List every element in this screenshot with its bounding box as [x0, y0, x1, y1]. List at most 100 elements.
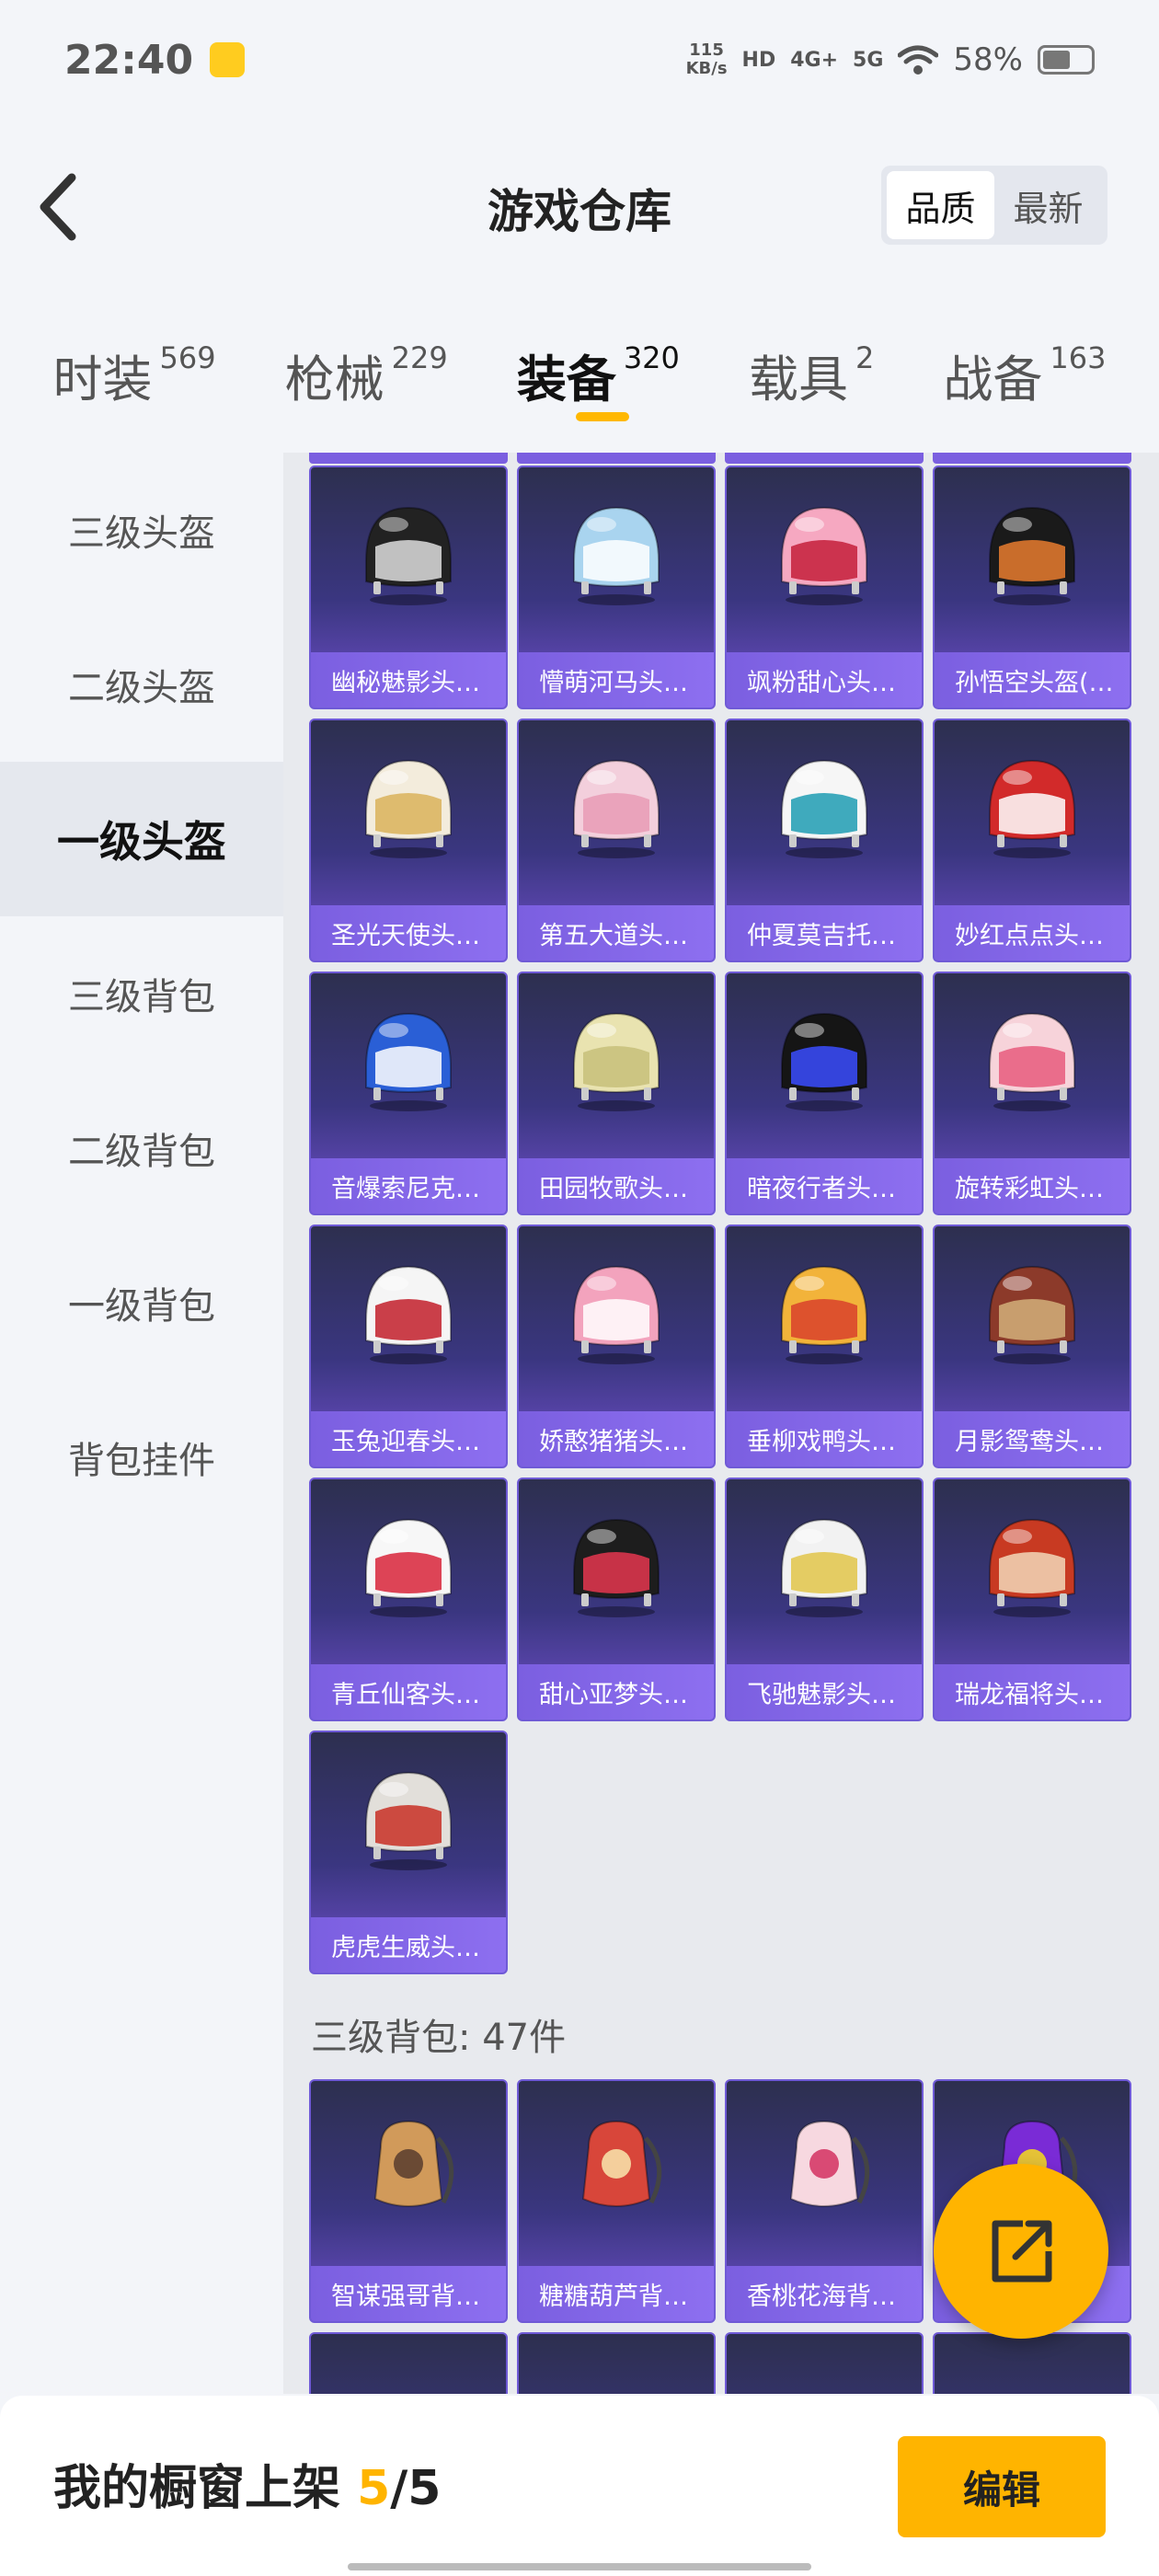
item-card[interactable]: 暗夜行者头… [725, 972, 924, 1215]
helmet-icon [989, 1518, 1075, 1617]
helmet-icon [781, 1012, 867, 1111]
item-name: 甜心亚梦头… [519, 1664, 714, 1719]
battery-icon [1038, 45, 1095, 75]
status-time: 22:40 [64, 36, 194, 84]
item-card[interactable]: 飒粉甜心头… [725, 466, 924, 709]
tab-count: 320 [623, 340, 680, 375]
item-name: 飞驰魅影头… [727, 1664, 922, 1719]
previous-row-edge [309, 453, 1141, 464]
sidebar-item-lvl2-helmet[interactable]: 二级头盔 [0, 607, 283, 762]
sidebar-item-lvl1-helmet[interactable]: 一级头盔 [0, 762, 283, 916]
tab-vehicles[interactable]: 载具 2 [749, 304, 874, 411]
item-name: 垂柳戏鸭头… [727, 1411, 922, 1466]
item-card[interactable]: 孙悟空头盔(… [933, 466, 1131, 709]
item-grid-panel: 幽秘魅影头… 懵萌河马头… 飒粉甜心头… 孙悟空头盔(… 圣光天使头… 第五大道头… 仲夏莫… [283, 453, 1159, 2394]
item-card[interactable]: 圣光天使头… [309, 719, 508, 962]
active-tab-indicator [575, 412, 629, 421]
sort-quality-button[interactable]: 品质 [887, 171, 994, 239]
helmet-icon [989, 759, 1075, 858]
item-card[interactable]: 瑞龙福将头… [933, 1478, 1131, 1721]
item-card[interactable] [933, 2332, 1131, 2394]
helmet-icon [365, 1265, 452, 1364]
item-card[interactable] [309, 2332, 508, 2394]
sidebar-item-lvl2-backpack[interactable]: 二级背包 [0, 1071, 283, 1225]
tab-label: 载具 [748, 351, 848, 408]
helmet-icon [989, 1012, 1075, 1111]
sort-newest-button[interactable]: 最新 [994, 171, 1102, 239]
item-name: 智谋强哥背… [311, 2266, 506, 2321]
category-tabs: 时装 569 枪械 229 装备 320 载具 2 战备 163 [0, 304, 1159, 442]
network-speed-unit: KB/s [685, 59, 728, 78]
item-name: 虎虎生威头… [311, 1917, 506, 1972]
helmet-icon [573, 1012, 660, 1111]
item-name: 幽秘魅影头… [311, 652, 506, 707]
item-card[interactable]: 青丘仙客头… [309, 1478, 508, 1721]
header: 游戏仓库 品质 最新 [0, 120, 1159, 294]
sort-toggle: 品质 最新 [881, 166, 1107, 245]
item-name: 青丘仙客头… [311, 1664, 506, 1719]
item-card[interactable]: 第五大道头… [517, 719, 716, 962]
item-card[interactable]: 糖糖葫芦背… [517, 2079, 716, 2323]
battery-percent: 58% [953, 41, 1023, 78]
helmet-icon [573, 759, 660, 858]
sidebar-item-lvl3-helmet[interactable]: 三级头盔 [0, 453, 283, 607]
item-card[interactable]: 田园牧歌头… [517, 972, 716, 1215]
helmet-icon [365, 1518, 452, 1617]
helmet-icon [365, 1771, 452, 1870]
item-name: 第五大道头… [519, 905, 714, 960]
tab-combat-gear[interactable]: 战备 163 [943, 304, 1106, 411]
tab-equipment[interactable]: 装备 320 [517, 304, 680, 421]
item-name: 香桃花海背… [727, 2266, 922, 2321]
showcase-label: 我的橱窗上架 [53, 2461, 358, 2516]
helmet-icon [573, 506, 660, 605]
item-card[interactable]: 幽秘魅影头… [309, 466, 508, 709]
item-name: 月影鸳鸯头… [935, 1411, 1130, 1466]
tab-count: 229 [391, 340, 448, 375]
item-name: 田园牧歌头… [519, 1158, 714, 1213]
battery-fill [1043, 51, 1070, 69]
network-speed-value: 115 [689, 40, 724, 60]
tab-fashion[interactable]: 时装 569 [53, 304, 216, 411]
item-name: 飒粉甜心头… [727, 652, 922, 707]
item-card[interactable]: 垂柳戏鸭头… [725, 1225, 924, 1468]
item-card[interactable]: 音爆索尼克… [309, 972, 508, 1215]
signal-4g-icon: 4G+ [790, 48, 839, 72]
wifi-icon [898, 45, 939, 75]
home-indicator[interactable] [348, 2563, 811, 2570]
next-row-edge [309, 2332, 1141, 2394]
helmet-icon [781, 506, 867, 605]
sidebar-item-backpack-charm[interactable]: 背包挂件 [0, 1380, 283, 1535]
item-card[interactable]: 妙红点点头… [933, 719, 1131, 962]
sidebar-item-lvl3-backpack[interactable]: 三级背包 [0, 916, 283, 1071]
sidebar-item-lvl1-backpack[interactable]: 一级背包 [0, 1225, 283, 1380]
tab-count: 569 [159, 340, 216, 375]
item-card[interactable]: 仲夏莫吉托… [725, 719, 924, 962]
item-name: 音爆索尼克… [311, 1158, 506, 1213]
item-name: 圣光天使头… [311, 905, 506, 960]
item-card[interactable]: 月影鸳鸯头… [933, 1225, 1131, 1468]
helmet-icon [365, 1012, 452, 1111]
item-card[interactable]: 甜心亚梦头… [517, 1478, 716, 1721]
item-card[interactable] [517, 2332, 716, 2394]
item-card[interactable]: 娇憨猪猪头… [517, 1225, 716, 1468]
status-indicators: 115 KB/s HD 4G+ 5G 58% [686, 41, 1095, 78]
edit-button[interactable]: 编辑 [898, 2436, 1106, 2537]
item-card[interactable] [725, 2332, 924, 2394]
share-button[interactable] [934, 2164, 1108, 2339]
item-card[interactable]: 虎虎生威头… [309, 1731, 508, 1974]
item-name: 仲夏莫吉托… [727, 905, 922, 960]
item-card[interactable]: 飞驰魅影头… [725, 1478, 924, 1721]
tab-label: 枪械 [284, 351, 384, 408]
helmet-icon [365, 759, 452, 858]
item-name: 妙红点点头… [935, 905, 1130, 960]
item-card[interactable]: 玉兔迎春头… [309, 1225, 508, 1468]
section-title-lvl3-backpack: 三级背包: 47件 [311, 2017, 567, 2059]
item-card[interactable]: 旋转彩虹头… [933, 972, 1131, 1215]
tab-count: 2 [855, 340, 875, 375]
helmet-grid: 幽秘魅影头… 懵萌河马头… 飒粉甜心头… 孙悟空头盔(… 圣光天使头… 第五大道头… 仲夏莫… [309, 466, 1141, 1974]
item-card[interactable]: 香桃花海背… [725, 2079, 924, 2323]
item-card[interactable]: 懵萌河马头… [517, 466, 716, 709]
item-card[interactable]: 智谋强哥背… [309, 2079, 508, 2323]
sidebar: 三级头盔 二级头盔 一级头盔 三级背包 二级背包 一级背包 背包挂件 [0, 453, 283, 2385]
tab-weapons[interactable]: 枪械 229 [285, 304, 448, 411]
